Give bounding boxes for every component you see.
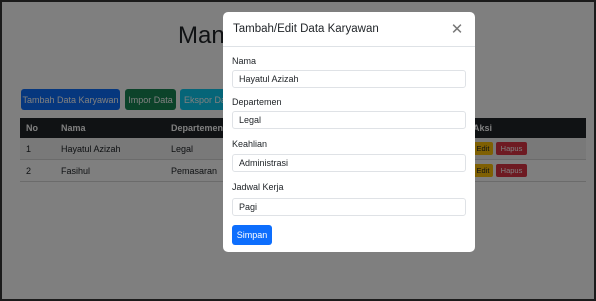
departemen-input[interactable]: Legal	[232, 111, 466, 129]
jadwal-kerja-label: Jadwal Kerja	[232, 182, 284, 192]
close-icon[interactable]: ✕	[449, 21, 465, 38]
departemen-label: Departemen	[232, 97, 282, 107]
nama-label: Nama	[232, 56, 257, 66]
employee-modal: Tambah/Edit Data Karyawan ✕ Nama Hayatul…	[223, 12, 475, 252]
keahlian-input[interactable]: Administrasi	[232, 154, 466, 172]
keahlian-label: Keahlian	[232, 139, 268, 149]
modal-header: Tambah/Edit Data Karyawan ✕	[223, 12, 475, 47]
app-frame: Mana Tambah Data Karyawan Impor Data Eks…	[0, 0, 596, 301]
save-button[interactable]: Simpan	[232, 225, 272, 245]
modal-title: Tambah/Edit Data Karyawan	[233, 23, 379, 35]
nama-input[interactable]: Hayatul Azizah	[232, 70, 466, 88]
jadwal-kerja-input[interactable]: Pagi	[232, 198, 466, 216]
